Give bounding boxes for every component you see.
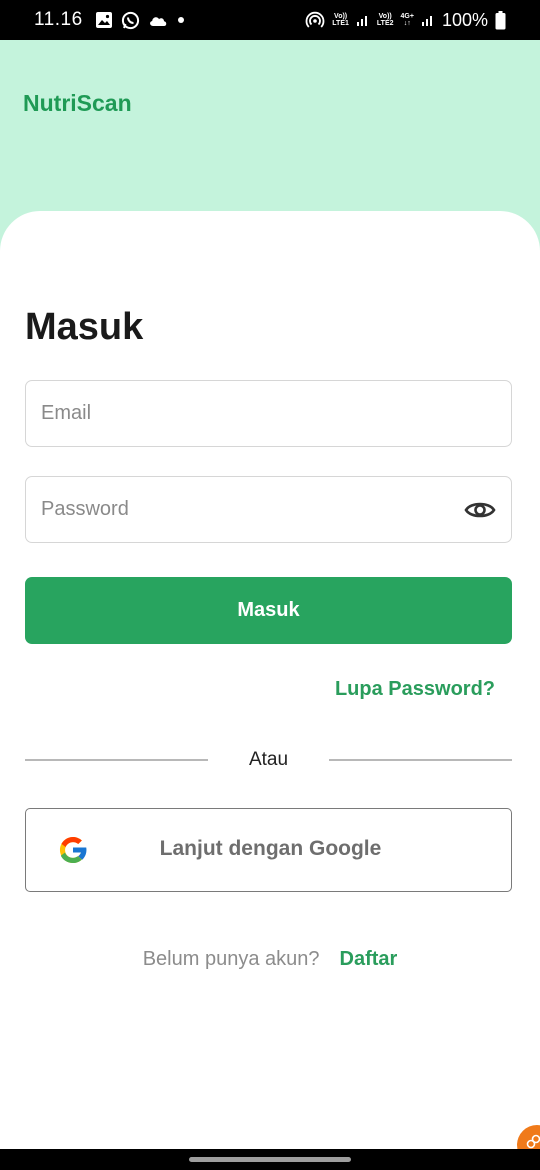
network-bottom-label: ↓↑ [403, 20, 411, 27]
email-field[interactable] [25, 380, 512, 447]
hotspot-icon [305, 10, 325, 30]
status-time: 11.16 [34, 9, 83, 30]
google-signin-button[interactable]: Lanjut dengan Google [25, 808, 512, 892]
signal-icon [356, 13, 370, 27]
signup-link[interactable]: Daftar [340, 948, 398, 970]
battery-icon [495, 10, 506, 30]
signal-icon [421, 13, 435, 27]
sim1-top-label: Vo)) [334, 13, 348, 20]
page-title: Masuk [25, 306, 144, 348]
network-top-label: 4G+ [400, 13, 414, 20]
login-button[interactable]: Masuk [25, 577, 512, 644]
navigation-bar [0, 1149, 540, 1170]
email-input[interactable] [41, 381, 496, 446]
password-input[interactable] [41, 477, 464, 542]
cloud-icon [148, 13, 168, 27]
status-bar: 11.16 Vo)) LTE1 Vo)) LTE2 4G+ ↓↑ 100% [0, 0, 540, 40]
divider-line-right [329, 759, 512, 761]
volte-lte2-icon: Vo)) LTE2 [377, 13, 394, 27]
signup-row: Belum punya akun? Daftar [0, 948, 540, 971]
signup-prompt: Belum punya akun? [142, 948, 320, 970]
4g-icon: 4G+ ↓↑ [401, 13, 414, 27]
app-brand-title: NutriScan [23, 90, 132, 116]
divider-label: Atau [248, 749, 289, 770]
app-header: NutriScan [0, 40, 540, 220]
eye-icon[interactable] [464, 493, 496, 527]
password-field[interactable] [25, 476, 512, 543]
google-button-label: Lanjut dengan Google [159, 837, 382, 860]
divider-line-left [25, 759, 208, 761]
dot-icon [176, 15, 186, 25]
volte-lte1-icon: Vo)) LTE1 [332, 13, 349, 27]
whatsapp-icon [121, 11, 140, 30]
sim1-bottom-label: LTE1 [332, 20, 349, 27]
battery-percent: 100% [441, 9, 488, 30]
sim2-top-label: Vo)) [378, 13, 392, 20]
forgot-password-link[interactable]: Lupa Password? [335, 678, 495, 701]
sim2-bottom-label: LTE2 [376, 20, 394, 27]
status-right: Vo)) LTE1 Vo)) LTE2 4G+ ↓↑ 100% [305, 10, 506, 31]
login-card: Masuk Masuk Lupa Password? Atau Lanjut d… [0, 211, 540, 1149]
status-left: 11.16 [34, 9, 186, 31]
home-gesture-handle[interactable] [189, 1157, 351, 1162]
gallery-icon [95, 11, 113, 29]
